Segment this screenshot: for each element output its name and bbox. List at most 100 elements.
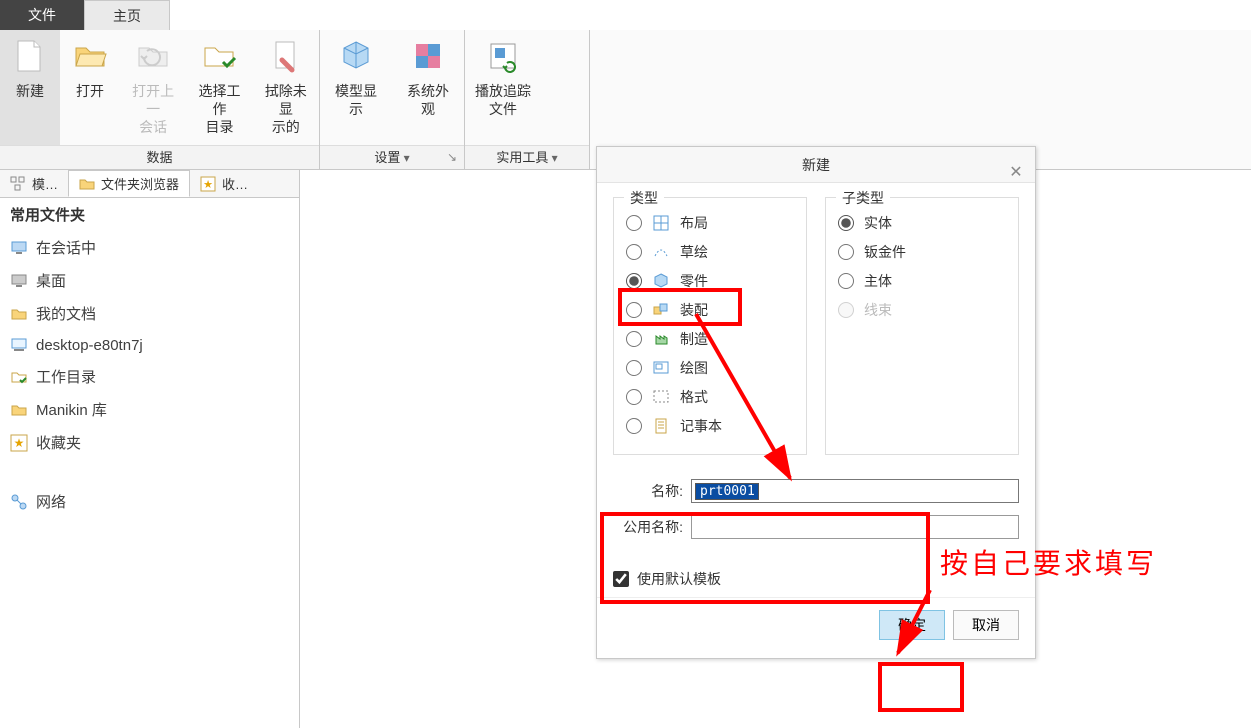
name-input[interactable]: prt0001 bbox=[691, 479, 1019, 503]
dialog-title: 新建 bbox=[802, 157, 830, 173]
folder-workdir[interactable]: 工作目录 bbox=[0, 360, 299, 393]
cancel-button[interactable]: 取消 bbox=[953, 610, 1019, 640]
type-mfg[interactable]: 制造 bbox=[626, 324, 794, 353]
common-name-input[interactable] bbox=[691, 515, 1019, 539]
drawing-icon bbox=[652, 359, 670, 377]
ribbon-new-label: 新建 bbox=[16, 82, 44, 132]
ribbon-play-trace[interactable]: 播放追踪 文件 bbox=[465, 30, 541, 145]
ribbon-sys-appearance[interactable]: 系统外观 bbox=[392, 30, 464, 145]
format-icon bbox=[652, 388, 670, 406]
type-notebook-label: 记事本 bbox=[680, 416, 722, 436]
radio-solid[interactable] bbox=[838, 215, 854, 231]
type-notebook[interactable]: 记事本 bbox=[626, 411, 794, 440]
type-sketch[interactable]: 草绘 bbox=[626, 237, 794, 266]
name-row: 名称: prt0001 bbox=[613, 473, 1019, 509]
folder-history-icon bbox=[133, 36, 173, 76]
folder-favorites-label: 收藏夹 bbox=[36, 432, 81, 453]
mfg-icon bbox=[652, 330, 670, 348]
close-icon[interactable]: ✕ bbox=[1007, 155, 1025, 173]
folder-list: 在会话中 桌面 我的文档 desktop-e80tn7j 工作目录 Maniki… bbox=[0, 231, 299, 518]
sketch-icon bbox=[652, 243, 670, 261]
star-icon: ★ bbox=[10, 434, 28, 452]
folder-in-session[interactable]: 在会话中 bbox=[0, 231, 299, 264]
type-assembly-label: 装配 bbox=[680, 300, 708, 320]
ribbon-group-settings-label: 设置 bbox=[374, 150, 409, 165]
type-format[interactable]: 格式 bbox=[626, 382, 794, 411]
ribbon-wipe-label: 拭除未显 示的 bbox=[263, 82, 309, 136]
settings-launcher-icon[interactable]: ↘ bbox=[444, 150, 460, 166]
ribbon-footer-utils[interactable]: 实用工具 bbox=[465, 145, 589, 169]
folder-desktop[interactable]: 桌面 bbox=[0, 264, 299, 297]
ribbon-group-utils-label: 实用工具 bbox=[496, 150, 557, 165]
ribbon-new[interactable]: 新建 bbox=[0, 30, 60, 145]
folder-manikin-label: Manikin 库 bbox=[36, 399, 107, 420]
ok-button[interactable]: 确定 bbox=[879, 610, 945, 640]
workdir-icon bbox=[199, 36, 239, 76]
ribbon-select-workdir-label: 选择工作 目录 bbox=[196, 82, 242, 136]
common-name-row: 公用名称: bbox=[613, 509, 1019, 545]
play-trace-icon bbox=[483, 36, 523, 76]
radio-notebook[interactable] bbox=[626, 418, 642, 434]
type-layout[interactable]: 布局 bbox=[626, 208, 794, 237]
folder-hostname[interactable]: desktop-e80tn7j bbox=[0, 330, 299, 360]
folder-network[interactable]: 网络 bbox=[0, 485, 299, 518]
subtype-group: 子类型 实体 钣金件 主体 线束 bbox=[825, 197, 1019, 455]
menu-tabs: 文件 主页 bbox=[0, 0, 1251, 30]
type-drawing[interactable]: 绘图 bbox=[626, 353, 794, 382]
radio-drawing[interactable] bbox=[626, 360, 642, 376]
ribbon-model-display[interactable]: 模型显示 bbox=[320, 30, 392, 145]
radio-part[interactable] bbox=[626, 273, 642, 289]
folder-in-session-label: 在会话中 bbox=[36, 237, 96, 258]
folder-manikin[interactable]: Manikin 库 bbox=[0, 393, 299, 426]
type-part[interactable]: 零件 bbox=[626, 266, 794, 295]
folder-favorites[interactable]: ★ 收藏夹 bbox=[0, 426, 299, 459]
radio-sketch[interactable] bbox=[626, 244, 642, 260]
type-assembly[interactable]: 装配 bbox=[626, 295, 794, 324]
ribbon-model-display-label: 模型显示 bbox=[330, 82, 382, 132]
ribbon-open-last-label: 打开上一 会话 bbox=[130, 82, 176, 136]
ribbon-footer-settings[interactable]: 设置 ↘ bbox=[320, 145, 464, 169]
ribbon-open[interactable]: 打开 bbox=[60, 30, 120, 145]
subtype-solid[interactable]: 实体 bbox=[838, 208, 1006, 237]
name-value: prt0001 bbox=[695, 483, 759, 500]
ribbon-select-workdir[interactable]: 选择工作 目录 bbox=[186, 30, 252, 145]
dialog-title-bar: 新建 ✕ bbox=[597, 147, 1035, 183]
subtype-sheetmetal[interactable]: 钣金件 bbox=[838, 237, 1006, 266]
part-icon bbox=[652, 272, 670, 290]
folder-workdir-label: 工作目录 bbox=[36, 366, 96, 387]
tab-home[interactable]: 主页 bbox=[84, 0, 170, 30]
side-tab-favorites[interactable]: ★ 收… bbox=[190, 170, 258, 197]
ribbon-footer-data: 数据 bbox=[0, 145, 319, 169]
radio-format[interactable] bbox=[626, 389, 642, 405]
side-tab-folder-browser-label: 文件夹浏览器 bbox=[101, 174, 179, 193]
radio-body[interactable] bbox=[838, 273, 854, 289]
name-area: 名称: prt0001 公用名称: bbox=[597, 465, 1035, 561]
tab-file[interactable]: 文件 bbox=[0, 0, 84, 30]
radio-sheetmetal[interactable] bbox=[838, 244, 854, 260]
side-tab-model[interactable]: 模… bbox=[0, 170, 68, 197]
svg-text:★: ★ bbox=[14, 436, 25, 450]
favorites-icon: ★ bbox=[200, 176, 216, 192]
subtype-body-label: 主体 bbox=[864, 271, 892, 291]
default-template-row[interactable]: 使用默认模板 bbox=[597, 561, 1035, 597]
monitor-icon bbox=[10, 239, 28, 257]
subtype-solid-label: 实体 bbox=[864, 213, 892, 233]
radio-layout[interactable] bbox=[626, 215, 642, 231]
ribbon-wipe[interactable]: 拭除未显 示的 bbox=[253, 30, 319, 145]
folder-my-docs[interactable]: 我的文档 bbox=[0, 297, 299, 330]
radio-assembly[interactable] bbox=[626, 302, 642, 318]
default-template-checkbox[interactable] bbox=[613, 571, 629, 587]
side-tab-model-label: 模… bbox=[32, 174, 58, 193]
ribbon-open-last: 打开上一 会话 bbox=[120, 30, 186, 145]
subtype-body[interactable]: 主体 bbox=[838, 266, 1006, 295]
side-tab-folder-browser[interactable]: 文件夹浏览器 bbox=[68, 170, 190, 197]
computer-icon bbox=[10, 336, 28, 354]
svg-text:★: ★ bbox=[203, 179, 213, 191]
radio-mfg[interactable] bbox=[626, 331, 642, 347]
subtype-legend: 子类型 bbox=[836, 188, 890, 208]
type-layout-label: 布局 bbox=[680, 213, 708, 233]
type-legend: 类型 bbox=[624, 188, 664, 208]
folder-hostname-label: desktop-e80tn7j bbox=[36, 337, 143, 354]
type-mfg-label: 制造 bbox=[680, 329, 708, 349]
type-format-label: 格式 bbox=[680, 387, 708, 407]
